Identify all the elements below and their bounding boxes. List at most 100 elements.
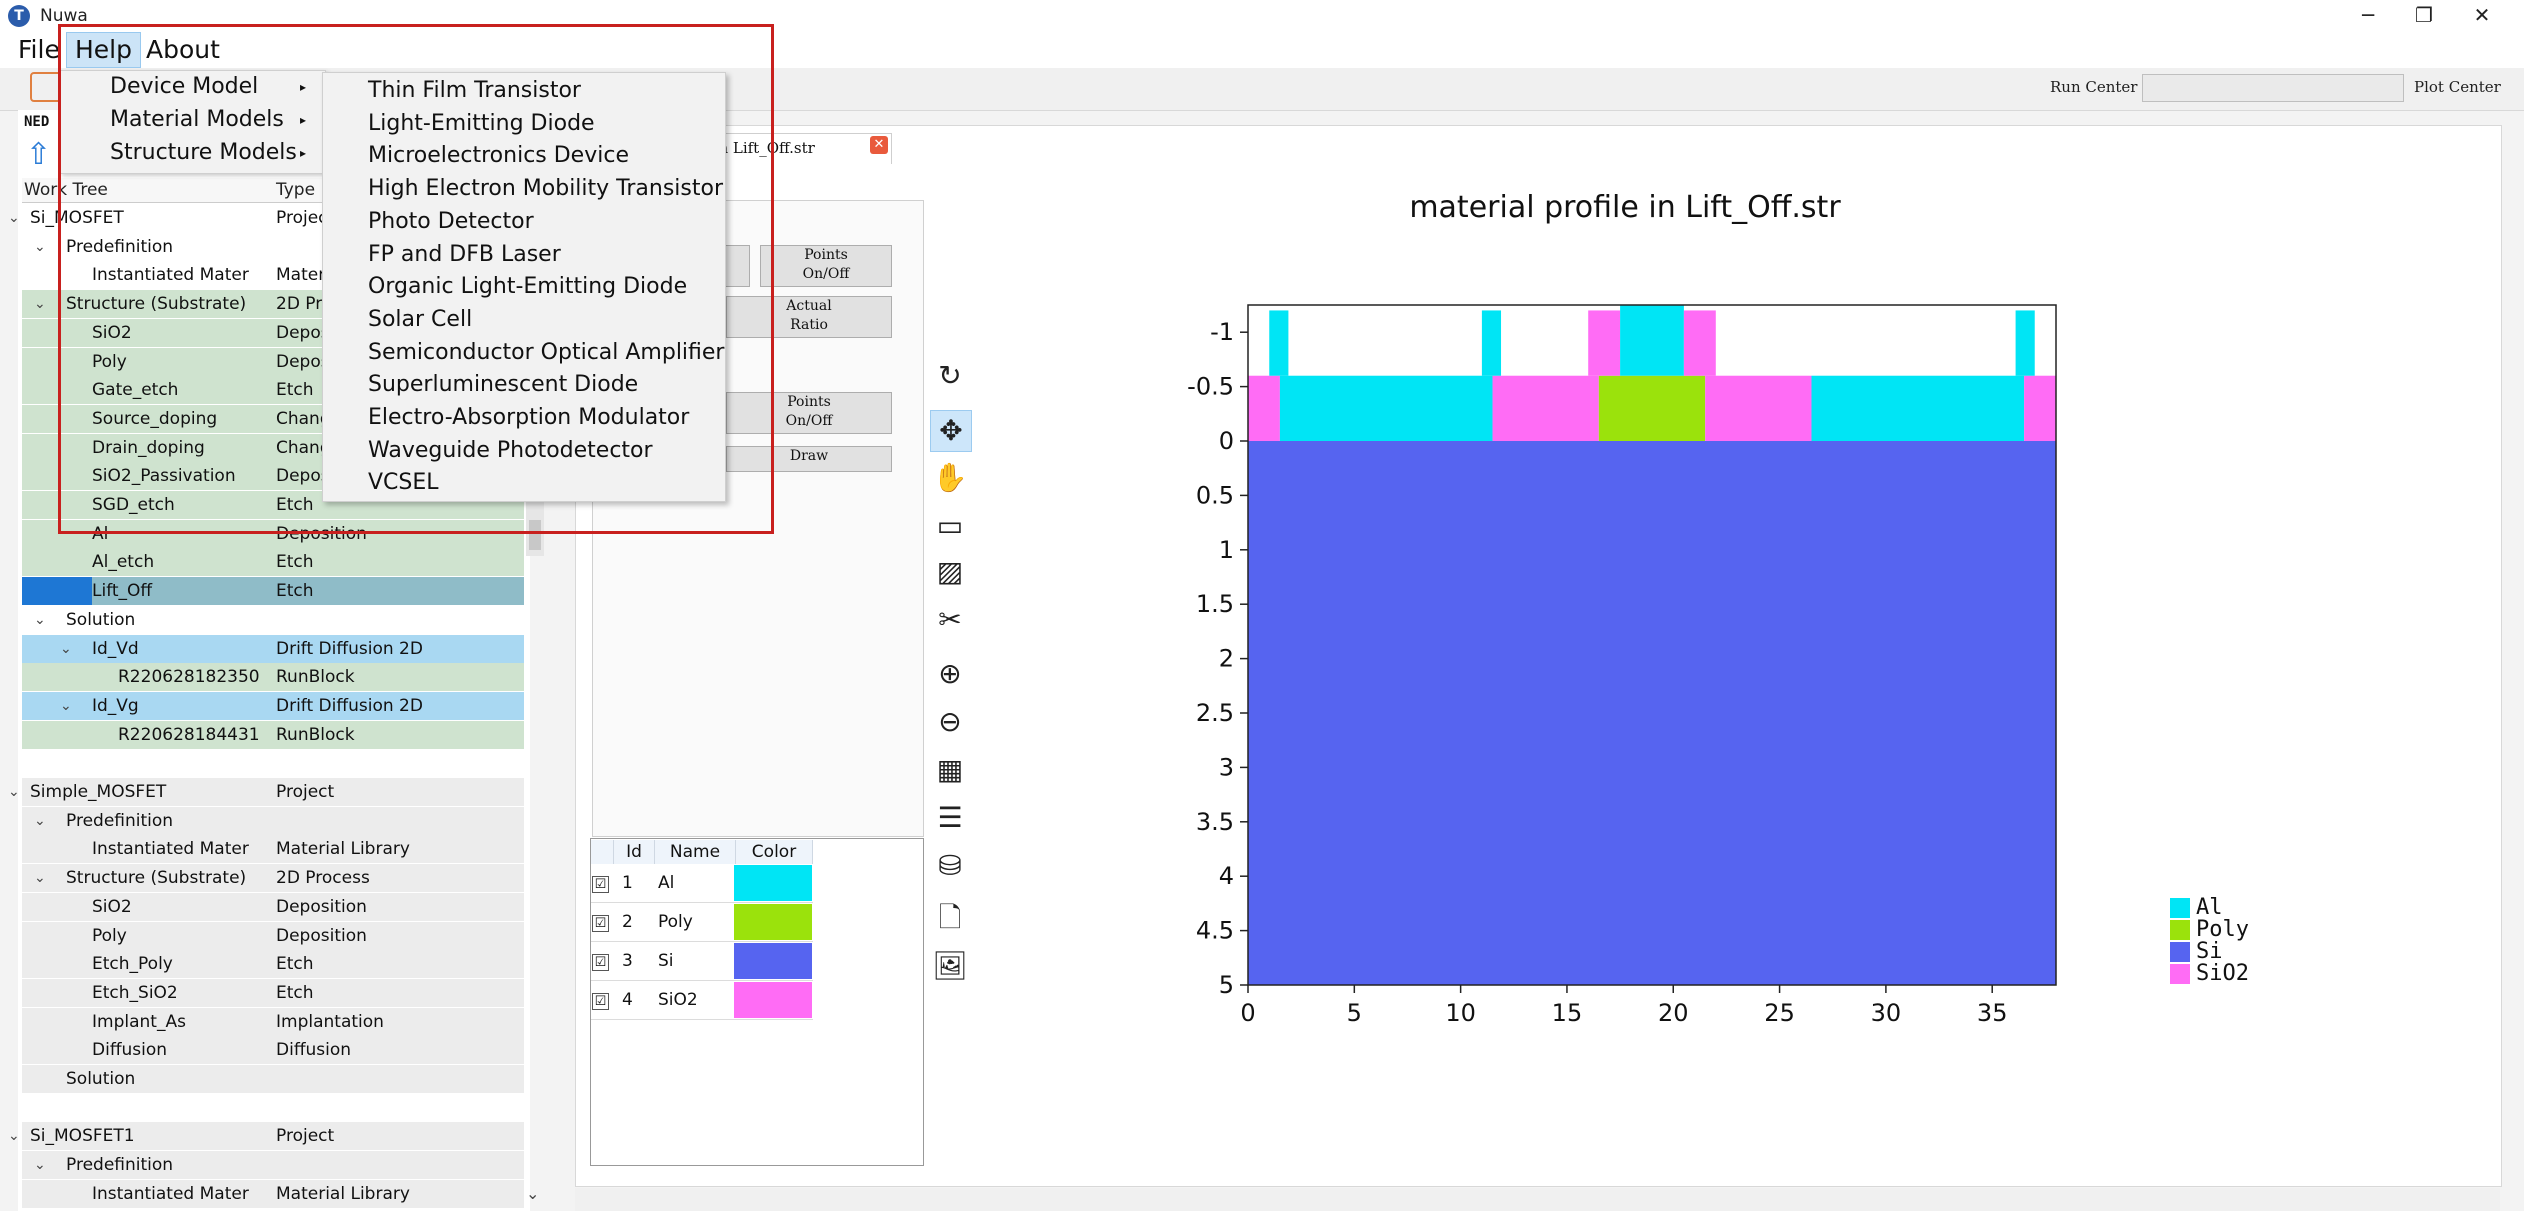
tree-scrollbar-thumb[interactable] bbox=[529, 520, 541, 550]
help-menu-item[interactable]: Material Models bbox=[110, 107, 284, 132]
region-sio2 bbox=[1683, 310, 1716, 376]
tree-item-type: Etch bbox=[276, 552, 314, 573]
expand-arrow-icon[interactable]: ⌄ bbox=[34, 606, 46, 634]
device-model-item[interactable]: Microelectronics Device bbox=[368, 143, 629, 168]
device-model-item[interactable]: Organic Light-Emitting Diode bbox=[368, 274, 687, 299]
help-menu-item[interactable]: Device Model bbox=[110, 74, 258, 99]
rectangle-icon[interactable]: ▭ bbox=[930, 506, 970, 546]
move-icon[interactable]: ✥ bbox=[930, 410, 972, 452]
material-checkbox[interactable]: ☑ bbox=[592, 954, 609, 971]
tree-item-type: RunBlock bbox=[276, 667, 355, 688]
menu-about[interactable]: About bbox=[138, 32, 228, 68]
table-header-id[interactable]: Id bbox=[614, 840, 655, 864]
table-header-color[interactable]: Color bbox=[736, 840, 813, 864]
bottom-scrollbar[interactable] bbox=[575, 1188, 2500, 1211]
y-tick-label: 4.5 bbox=[1196, 917, 1234, 945]
points-toggle-button[interactable]: Points On/Off bbox=[760, 245, 892, 287]
device-model-item[interactable]: Waveguide Photodetector bbox=[368, 438, 653, 463]
device-model-item[interactable]: Photo Detector bbox=[368, 209, 534, 234]
region-al bbox=[1811, 375, 2025, 441]
material-color-swatch[interactable] bbox=[734, 865, 812, 901]
material-id: 2 bbox=[622, 912, 633, 932]
expand-arrow-icon[interactable]: ⌄ bbox=[34, 233, 46, 261]
restore-button[interactable]: ❐ bbox=[2396, 0, 2452, 32]
tree-header-name[interactable]: Work Tree bbox=[24, 180, 108, 200]
actual-ratio-button[interactable]: Actual Ratio bbox=[726, 296, 892, 338]
expand-arrow-icon[interactable]: ⌄ bbox=[8, 778, 20, 806]
material-checkbox[interactable]: ☑ bbox=[592, 876, 609, 893]
y-tick-label: -1 bbox=[1210, 318, 1234, 346]
database-icon[interactable]: ⛁ bbox=[930, 846, 970, 886]
draw-button[interactable]: Draw bbox=[726, 446, 892, 472]
zoom-out-icon[interactable]: ⊖ bbox=[930, 702, 970, 742]
tree-item-label: Lift_Off bbox=[92, 581, 153, 602]
device-model-item[interactable]: Solar Cell bbox=[368, 307, 472, 332]
expand-arrow-icon[interactable]: ⌄ bbox=[34, 864, 46, 892]
table-row[interactable] bbox=[22, 663, 524, 692]
expand-arrow-icon[interactable]: ⌄ bbox=[8, 204, 20, 232]
menu-help[interactable]: Help bbox=[66, 32, 141, 68]
tree-item-type: Material Library bbox=[276, 1183, 410, 1204]
device-model-item[interactable]: VCSEL bbox=[368, 470, 439, 495]
table-row[interactable] bbox=[22, 1093, 524, 1122]
expand-arrow-icon[interactable]: ⌄ bbox=[34, 807, 46, 835]
device-model-item[interactable]: FP and DFB Laser bbox=[368, 242, 561, 267]
up-arrow-icon[interactable]: ⇧ bbox=[26, 140, 51, 170]
device-model-item[interactable]: Light-Emitting Diode bbox=[368, 111, 595, 136]
expand-arrow-icon[interactable]: ⌄ bbox=[8, 1122, 20, 1150]
tree-item-type: Drift Diffusion 2D bbox=[276, 638, 423, 659]
material-profile-plot[interactable]: -1-0.500.511.522.533.544.550 5 10 15 20 25 30 3… bbox=[1160, 290, 2220, 1050]
material-checkbox[interactable]: ☑ bbox=[592, 915, 609, 932]
cut-icon[interactable]: ✂ bbox=[930, 600, 970, 640]
menu-file[interactable]: File bbox=[10, 32, 68, 68]
material-color-swatch[interactable] bbox=[734, 943, 812, 979]
image-icon[interactable]: 🖼 bbox=[930, 946, 970, 986]
close-button[interactable]: ✕ bbox=[2454, 0, 2510, 32]
grid-icon[interactable]: ▦ bbox=[930, 750, 970, 790]
points-toggle-button-2[interactable]: Points On/Off bbox=[726, 392, 892, 434]
tree-item-label: Structure (Substrate) bbox=[66, 868, 247, 889]
expand-arrow-icon[interactable]: ⌄ bbox=[60, 692, 72, 720]
device-model-item[interactable]: Superluminescent Diode bbox=[368, 372, 638, 397]
material-color-swatch[interactable] bbox=[734, 904, 812, 940]
help-menu-item[interactable]: Structure Models bbox=[110, 140, 297, 165]
expand-arrow-icon[interactable]: ⌄ bbox=[60, 635, 72, 663]
tree-item-label: Structure (Substrate) bbox=[66, 294, 247, 315]
tree-item-type: Mater bbox=[276, 265, 326, 286]
zoom-in-icon[interactable]: ⊕ bbox=[930, 654, 970, 694]
plot-center-label[interactable]: Plot Center bbox=[2414, 78, 2501, 96]
tree-header-type[interactable]: Type bbox=[276, 180, 315, 200]
rotate-icon[interactable]: ↻ bbox=[930, 356, 970, 396]
tab-close-icon[interactable]: ✕ bbox=[870, 136, 888, 154]
ned-logo: NED bbox=[24, 114, 50, 130]
tree-item-type: Etch bbox=[276, 581, 314, 602]
scroll-down-icon[interactable]: ⌄ bbox=[526, 1184, 539, 1203]
x-tick-label: 5 bbox=[1347, 999, 1362, 1027]
expand-arrow-icon[interactable]: ⌄ bbox=[34, 1151, 46, 1179]
tree-item-type: Deposition bbox=[276, 925, 367, 946]
menu-bar bbox=[0, 32, 2524, 68]
device-model-item[interactable]: Electro-Absorption Modulator bbox=[368, 405, 689, 430]
hatch-icon[interactable]: ▨ bbox=[930, 552, 970, 592]
toolbox-icon[interactable] bbox=[30, 72, 62, 102]
minimize-button[interactable]: ─ bbox=[2340, 0, 2396, 32]
pan-icon[interactable]: ✋ bbox=[930, 458, 970, 498]
table-icon[interactable]: ☰ bbox=[930, 798, 970, 838]
document-icon[interactable]: 🗋 bbox=[930, 898, 970, 938]
expand-arrow-icon[interactable]: ⌄ bbox=[34, 290, 46, 318]
tree-item-label: Simple_MOSFET bbox=[30, 782, 167, 802]
material-checkbox[interactable]: ☑ bbox=[592, 993, 609, 1010]
device-model-item[interactable]: High Electron Mobility Transistor bbox=[368, 176, 723, 201]
material-id: 3 bbox=[622, 951, 633, 971]
legend-swatch bbox=[2170, 964, 2190, 984]
tree-item-label: Id_Vd bbox=[92, 638, 139, 659]
table-header-name[interactable]: Name bbox=[655, 840, 736, 864]
table-row[interactable] bbox=[22, 749, 524, 778]
tree-item-type: RunBlock bbox=[276, 724, 355, 745]
y-tick-label: 1 bbox=[1219, 536, 1234, 564]
table-row[interactable] bbox=[22, 720, 524, 749]
run-center-input[interactable] bbox=[2142, 74, 2404, 102]
material-color-swatch[interactable] bbox=[734, 982, 812, 1018]
device-model-item[interactable]: Semiconductor Optical Amplifier bbox=[368, 340, 724, 365]
device-model-item[interactable]: Thin Film Transistor bbox=[368, 78, 581, 103]
